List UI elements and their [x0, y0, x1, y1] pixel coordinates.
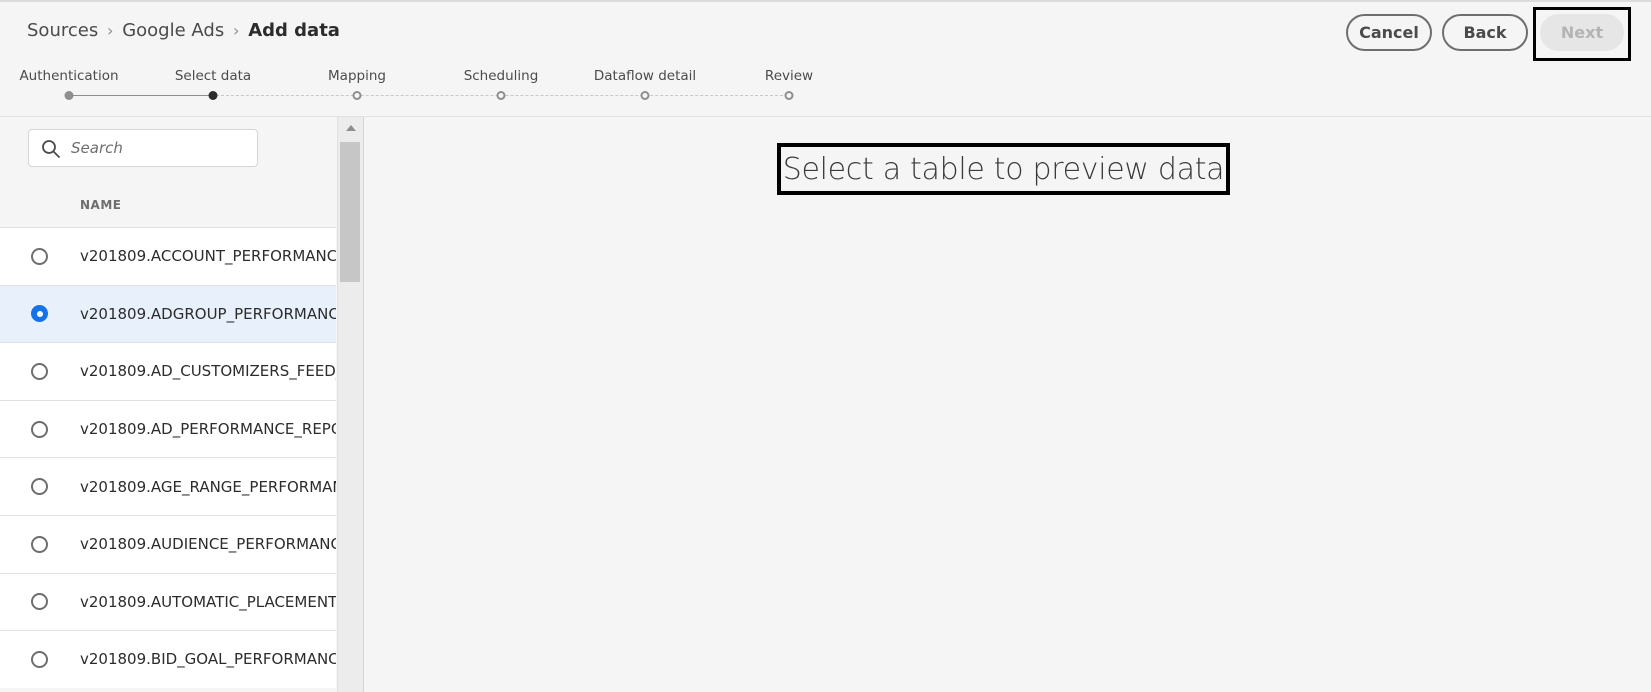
scroll-up-arrow-icon[interactable] — [346, 125, 356, 131]
radio-button[interactable] — [31, 247, 48, 265]
table-row[interactable]: v201809.ACCOUNT_PERFORMANCE_ — [0, 227, 336, 285]
step-label-authentication: Authentication — [19, 68, 119, 84]
preview-message: Select a table to preview data — [782, 151, 1225, 187]
table-row[interactable]: v201809.AD_CUSTOMIZERS_FEED_IT — [0, 342, 336, 400]
table-row[interactable]: v201809.AUTOMATIC_PLACEMENTS_ — [0, 572, 336, 631]
radio-button[interactable] — [31, 650, 48, 668]
cancel-button[interactable]: Cancel — [1346, 14, 1432, 51]
table-name: v201809.AD_CUSTOMIZERS_FEED_IT — [80, 362, 336, 381]
table-row[interactable]: v201809.BID_GOAL_PERFORMANCE_ — [0, 630, 336, 688]
table-name: v201809.BID_GOAL_PERFORMANCE_ — [80, 650, 336, 669]
step-connector — [69, 95, 211, 96]
preview-placeholder: Select a table to preview data — [777, 143, 1230, 195]
radio-button[interactable] — [31, 535, 48, 553]
breadcrumb-add-data: Add data — [248, 20, 340, 41]
table-row[interactable]: v201809.ADGROUP_PERFORMANCE_ — [0, 284, 336, 343]
step-dot-scheduling — [496, 91, 506, 100]
breadcrumb-google-ads[interactable]: Google Ads — [122, 20, 224, 41]
table-name: v201809.ACCOUNT_PERFORMANCE_ — [80, 247, 336, 266]
chevron-right-icon: › — [233, 21, 240, 40]
table-name: v201809.AGE_RANGE_PERFORMANC — [80, 477, 336, 496]
search-icon — [41, 139, 61, 159]
radio-button[interactable] — [31, 593, 48, 611]
panel-divider — [363, 117, 364, 692]
scrollbar-thumb[interactable] — [340, 142, 360, 282]
table-name: v201809.AUDIENCE_PERFORMANCE_ — [80, 535, 336, 554]
step-label-scheduling: Scheduling — [463, 68, 539, 84]
step-label-dataflow-detail: Dataflow detail — [593, 68, 697, 84]
search-input[interactable] — [71, 136, 251, 160]
radio-button[interactable] — [31, 478, 48, 496]
step-dot-mapping — [352, 91, 362, 100]
back-button[interactable]: Back — [1442, 14, 1528, 51]
chevron-right-icon: › — [107, 21, 114, 40]
table-row[interactable]: v201809.AD_PERFORMANCE_REPORT — [0, 399, 336, 458]
table-row[interactable]: v201809.AUDIENCE_PERFORMANCE_ — [0, 514, 336, 573]
table-name: v201809.ADGROUP_PERFORMANCE_ — [80, 304, 336, 323]
workflow-stepper: Authentication Select data Mapping Sched… — [0, 66, 840, 106]
column-header-name[interactable]: NAME — [80, 198, 121, 212]
next-button[interactable]: Next — [1540, 14, 1624, 51]
step-dot-select-data — [208, 91, 218, 100]
table-name: v201809.AUTOMATIC_PLACEMENTS_ — [80, 592, 336, 611]
step-label-select-data: Select data — [174, 68, 252, 84]
step-dot-dataflow-detail — [640, 91, 650, 100]
step-label-review: Review — [764, 68, 814, 84]
search-field[interactable] — [28, 129, 258, 167]
list-scrollbar[interactable] — [337, 117, 363, 692]
table-list-panel: NAME v201809.ACCOUNT_PERFORMANCE_ v20180… — [0, 117, 363, 692]
radio-button[interactable] — [31, 420, 48, 438]
step-label-mapping: Mapping — [328, 68, 386, 84]
add-data-page: Sources › Google Ads › Add data Cancel B… — [0, 0, 1651, 692]
table-rows: v201809.ACCOUNT_PERFORMANCE_ v201809.ADG… — [0, 227, 336, 688]
radio-button[interactable] — [31, 305, 48, 323]
radio-button[interactable] — [31, 362, 48, 380]
breadcrumb: Sources › Google Ads › Add data — [27, 20, 340, 41]
breadcrumb-sources[interactable]: Sources — [27, 20, 98, 41]
table-name: v201809.AD_PERFORMANCE_REPORT — [80, 420, 336, 439]
table-row[interactable]: v201809.AGE_RANGE_PERFORMANC — [0, 457, 336, 515]
step-dot-authentication — [64, 91, 74, 100]
step-dot-review — [784, 91, 794, 100]
